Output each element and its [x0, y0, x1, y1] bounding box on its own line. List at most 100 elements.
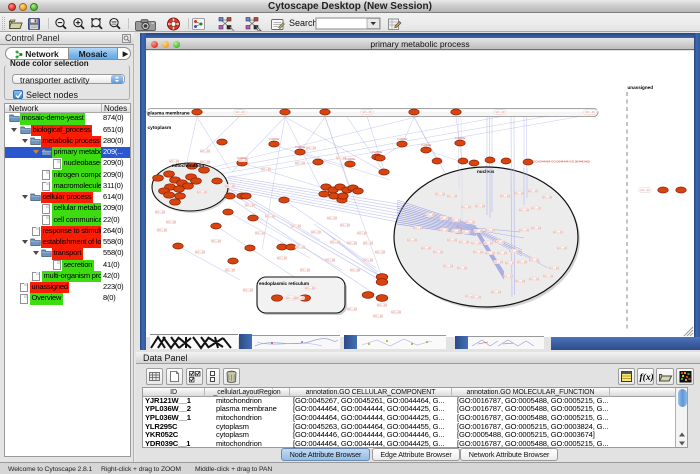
svg-text:GO:—(0): GO:—(0)	[295, 298, 305, 300]
svg-text:Yxx000w: Yxx000w	[397, 137, 408, 141]
svg-text:GO:—(0): GO:—(0)	[433, 252, 443, 254]
svg-text:GO:—(0): GO:—(0)	[515, 281, 525, 283]
svg-text:GO:—(0): GO:—(0)	[377, 305, 387, 307]
svg-text:GO:—(0): GO:—(0)	[295, 163, 305, 165]
svg-text:GO:—(0): GO:—(0)	[493, 262, 503, 264]
svg-text:GO:—(0): GO:—(0)	[157, 230, 167, 232]
svg-text:GO:—(0): GO:—(0)	[514, 193, 524, 195]
svg-text:GO:—(0): GO:—(0)	[325, 260, 335, 262]
svg-text:GO:—(0): GO:—(0)	[340, 225, 350, 227]
svg-text:GO:—(0): GO:—(0)	[200, 151, 210, 153]
svg-text:GO:—(0): GO:—(0)	[517, 262, 527, 264]
svg-text:Search:: Search:	[289, 18, 320, 28]
svg-text:GO:—(0): GO:—(0)	[306, 148, 316, 150]
svg-text:GO:—(0): GO:—(0)	[347, 243, 357, 245]
svg-text:GO:—(0): GO:—(0)	[531, 208, 541, 210]
svg-text:GO:—(0): GO:—(0)	[197, 192, 207, 194]
svg-text:GO:—(0): GO:—(0)	[447, 196, 457, 198]
svg-text:GO:—(0): GO:—(0)	[327, 218, 337, 220]
svg-text:GO:—(0): GO:—(0)	[461, 232, 471, 234]
svg-text:GO:—(0): GO:—(0)	[391, 312, 401, 314]
svg-text:GO:—(0): GO:—(0)	[471, 297, 481, 299]
svg-text:GO:—(0): GO:—(0)	[529, 260, 539, 262]
svg-text:Yxx000w: Yxx000w	[372, 150, 383, 154]
svg-text:GO:—(0): GO:—(0)	[350, 270, 360, 272]
svg-text:GO:—(0): GO:—(0)	[443, 266, 453, 268]
svg-text:Yxx000w: Yxx000w	[421, 143, 432, 147]
svg-text:GO:—(0): GO:—(0)	[475, 206, 485, 208]
svg-text:GO:—(0): GO:—(0)	[286, 298, 296, 300]
svg-text:GO:—(0): GO:—(0)	[528, 191, 538, 193]
svg-text:GO:—(0): GO:—(0)	[461, 207, 471, 209]
svg-text:GO:—(0): GO:—(0)	[465, 222, 475, 224]
svg-text:GO:—(0): GO:—(0)	[291, 226, 301, 228]
svg-text:GO:—(0): GO:—(0)	[357, 233, 367, 235]
svg-text:GO:—(0): GO:—(0)	[195, 252, 205, 254]
svg-text:GO:—(0): GO:—(0)	[435, 194, 445, 196]
svg-text:GO:—(0): GO:—(0)	[473, 231, 483, 233]
svg-text:GO:—(0): GO:—(0)	[451, 231, 461, 233]
svg-text:GO:—(0): GO:—(0)	[491, 292, 501, 294]
svg-text:GO:—(0): GO:—(0)	[531, 228, 541, 230]
svg-text:GO:—(0): GO:—(0)	[500, 196, 510, 198]
svg-text:Yxx000w: Yxx000w	[455, 136, 466, 140]
svg-text:GO:—(0): GO:—(0)	[549, 268, 559, 270]
svg-text:GO:—(0): GO:—(0)	[255, 233, 265, 235]
svg-text:GO:—(0): GO:—(0)	[519, 210, 529, 212]
svg-text:cytoplasm: cytoplasm	[148, 125, 172, 131]
svg-text:GO:—(0): GO:—(0)	[542, 197, 552, 199]
svg-text:endoplasmic reticulum: endoplasmic reticulum	[259, 281, 309, 286]
svg-text:Yxx000w: Yxx000w	[269, 137, 280, 141]
svg-text:GO:—(0): GO:—(0)	[211, 241, 221, 243]
svg-text:GO:—(0): GO:—(0)	[265, 216, 275, 218]
svg-text:GO:—(0): GO:—(0)	[557, 248, 567, 250]
svg-text:GO:—(0): GO:—(0)	[505, 263, 515, 265]
svg-text:GO:—(0): GO:—(0)	[155, 212, 165, 214]
svg-text:GO:—(0): GO:—(0)	[245, 205, 255, 207]
svg-text:GO:—(0): GO:—(0)	[459, 242, 469, 244]
svg-text:GO:—(0): GO:—(0)	[457, 268, 467, 270]
svg-text:GO:—(0): GO:—(0)	[425, 215, 435, 217]
svg-text:GO:—(0): GO:—(0)	[330, 242, 340, 244]
svg-text:GO:—(0): GO:—(0)	[495, 242, 505, 244]
svg-text:GO:—(0): GO:—(0)	[375, 252, 385, 254]
svg-text:GO:—(0): GO:—(0)	[497, 253, 507, 255]
svg-text:GO:—(0): GO:—(0)	[553, 232, 563, 234]
svg-text:Yxx000w: Yxx000w	[295, 145, 306, 149]
svg-text:GO:—(0): GO:—(0)	[485, 253, 495, 255]
svg-text:GO:—(0): GO:—(0)	[225, 186, 235, 188]
svg-text:GO:—(0): GO:—(0)	[585, 112, 595, 114]
svg-text:GO:—(0): GO:—(0)	[485, 230, 495, 232]
svg-text:GO:—(0): GO:—(0)	[413, 228, 423, 230]
svg-text:GO:—(0): GO:—(0)	[238, 160, 248, 162]
svg-text:GO:—(0): GO:—(0)	[471, 243, 481, 245]
svg-text:GO:0044464-GO:0044444-GO:00444: GO:0044464-GO:0044444-GO:0044424(0)	[533, 160, 590, 164]
svg-text:plasma membrane: plasma membrane	[148, 111, 190, 117]
svg-text:GO:—(0): GO:—(0)	[277, 258, 287, 260]
svg-text:GO:—(0): GO:—(0)	[439, 230, 449, 232]
svg-text:GO:—(0): GO:—(0)	[447, 240, 457, 242]
svg-text:GO:—(0): GO:—(0)	[407, 240, 417, 242]
svg-text:GO:—(0): GO:—(0)	[451, 220, 461, 222]
svg-text:GO:—(0): GO:—(0)	[362, 112, 372, 114]
svg-text:GO:—(0): GO:—(0)	[640, 190, 650, 192]
svg-text:GO:—(0): GO:—(0)	[347, 309, 357, 311]
svg-text:GO:—(0): GO:—(0)	[225, 270, 235, 272]
svg-text:GO:—(0): GO:—(0)	[439, 218, 449, 220]
svg-text:GO:—(0): GO:—(0)	[503, 276, 513, 278]
svg-text:GO:—(0): GO:—(0)	[295, 247, 305, 249]
svg-text:GO:—(0): GO:—(0)	[421, 248, 431, 250]
svg-text:GO:—(0): GO:—(0)	[243, 290, 253, 292]
svg-text:GO:—(0): GO:—(0)	[483, 243, 493, 245]
svg-text:GO:—(0): GO:—(0)	[363, 243, 373, 245]
svg-text:GO:—(0): GO:—(0)	[363, 260, 373, 262]
svg-text:GO:—(0): GO:—(0)	[529, 279, 539, 281]
svg-text:GO:—(0): GO:—(0)	[169, 161, 179, 163]
svg-text:GO:—(0): GO:—(0)	[261, 169, 271, 171]
svg-text:GO:—(0): GO:—(0)	[235, 112, 245, 114]
svg-text:GO:—(0): GO:—(0)	[305, 288, 315, 290]
svg-text:GO:—(0): GO:—(0)	[509, 251, 519, 253]
svg-text:GO:—(0): GO:—(0)	[373, 316, 383, 318]
svg-text:GO:—(0): GO:—(0)	[200, 162, 210, 164]
svg-text:GO:—(0): GO:—(0)	[300, 270, 310, 272]
